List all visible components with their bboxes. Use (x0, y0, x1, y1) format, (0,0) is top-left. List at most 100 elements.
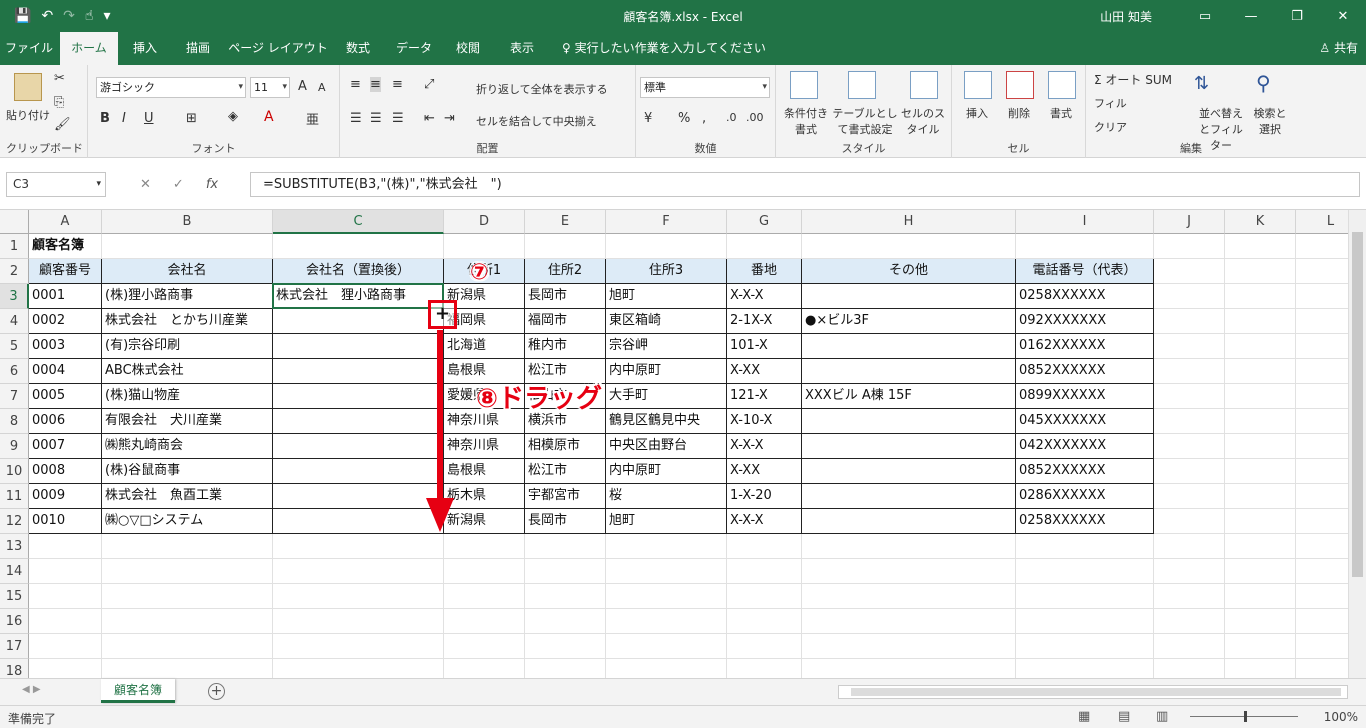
delete-cells-button[interactable]: 削除 (1008, 105, 1030, 121)
cell-i10[interactable]: 0852XXXXXX (1016, 459, 1154, 484)
active-cell-selection[interactable] (272, 283, 444, 309)
cell-h8[interactable] (802, 409, 1016, 434)
cell-g8[interactable]: X-10-X (727, 409, 802, 434)
share-button[interactable]: ♙ 共有 (1319, 32, 1358, 65)
row-header-1[interactable]: 1 (0, 234, 29, 259)
cell-g16[interactable] (727, 609, 802, 634)
align-bottom-icon[interactable]: ≡ (392, 77, 403, 92)
cell-h3[interactable] (802, 284, 1016, 309)
cell-i7[interactable]: 0899XXXXXX (1016, 384, 1154, 409)
cell-b12[interactable]: ㈱○▽□システム (102, 509, 273, 534)
cell-f12[interactable]: 旭町 (606, 509, 727, 534)
cell-d9[interactable]: 神奈川県 (444, 434, 525, 459)
cell-a1[interactable]: 顧客名簿 (29, 234, 102, 259)
phonetic-icon[interactable]: 亜 (306, 109, 319, 128)
cell-a13[interactable] (29, 534, 102, 559)
cell-a2[interactable]: 顧客番号 (29, 259, 102, 284)
page-layout-view-icon[interactable]: ▤ (1118, 709, 1130, 724)
cell-f18[interactable] (606, 659, 727, 678)
cell-g10[interactable]: X-XX (727, 459, 802, 484)
row-header-3[interactable]: 3 (0, 284, 29, 309)
cell-j17[interactable] (1154, 634, 1225, 659)
cell-k11[interactable] (1225, 484, 1296, 509)
cell-d11[interactable]: 栃木県 (444, 484, 525, 509)
tab-formulas[interactable]: 数式 (332, 32, 384, 65)
cell-e1[interactable] (525, 234, 606, 259)
cell-b10[interactable]: (株)谷鼠商事 (102, 459, 273, 484)
cell-c2[interactable]: 会社名（置換後） (273, 259, 444, 284)
cell-b13[interactable] (102, 534, 273, 559)
sheet-tab-customer-list[interactable]: 顧客名簿 (101, 679, 175, 703)
horizontal-scrollbar[interactable] (838, 685, 1348, 699)
row-header-12[interactable]: 12 (0, 509, 29, 534)
zoom-level[interactable]: 100% (1324, 710, 1358, 724)
cell-a3[interactable]: 0001 (29, 284, 102, 309)
cell-j7[interactable] (1154, 384, 1225, 409)
format-as-table-button[interactable]: テーブルとして書式設定 (832, 105, 898, 137)
paste-button[interactable]: 貼り付け (6, 107, 50, 123)
cell-a4[interactable]: 0002 (29, 309, 102, 334)
number-format-combo[interactable]: 標準 ▾ (640, 77, 770, 98)
tab-page-layout[interactable]: ページ レイアウト (228, 32, 328, 65)
tab-data[interactable]: データ (388, 32, 440, 65)
cell-a16[interactable] (29, 609, 102, 634)
shrink-font-button[interactable]: A (318, 81, 326, 94)
align-top-icon[interactable]: ≡ (350, 77, 361, 92)
cell-f14[interactable] (606, 559, 727, 584)
cell-i12[interactable]: 0258XXXXXX (1016, 509, 1154, 534)
row-header-17[interactable]: 17 (0, 634, 29, 659)
cell-k9[interactable] (1225, 434, 1296, 459)
sort-filter-icon[interactable]: ⇅ (1194, 73, 1209, 94)
cell-h6[interactable] (802, 359, 1016, 384)
cell-c16[interactable] (273, 609, 444, 634)
align-right-icon[interactable]: ☰ (392, 111, 404, 126)
column-header-a[interactable]: A (29, 210, 102, 234)
cell-h15[interactable] (802, 584, 1016, 609)
cell-k2[interactable] (1225, 259, 1296, 284)
cell-e12[interactable]: 長岡市 (525, 509, 606, 534)
italic-button[interactable]: I (122, 111, 126, 126)
cell-g7[interactable]: 121-X (727, 384, 802, 409)
cell-c6[interactable] (273, 359, 444, 384)
cell-c11[interactable] (273, 484, 444, 509)
format-as-table-icon[interactable] (848, 71, 876, 99)
clear-button[interactable]: クリア (1094, 119, 1127, 135)
align-middle-icon[interactable]: ≡ (370, 77, 381, 92)
align-left-icon[interactable]: ☰ (350, 111, 362, 126)
cell-c5[interactable] (273, 334, 444, 359)
cell-k3[interactable] (1225, 284, 1296, 309)
cell-e11[interactable]: 宇都宮市 (525, 484, 606, 509)
tab-view[interactable]: 表示 (496, 32, 548, 65)
enter-icon[interactable]: ✓ (173, 177, 184, 192)
cell-k8[interactable] (1225, 409, 1296, 434)
cell-f6[interactable]: 内中原町 (606, 359, 727, 384)
cell-k5[interactable] (1225, 334, 1296, 359)
row-header-9[interactable]: 9 (0, 434, 29, 459)
cell-b8[interactable]: 有限会社 犬川産業 (102, 409, 273, 434)
column-header-b[interactable]: B (102, 210, 273, 234)
cell-h5[interactable] (802, 334, 1016, 359)
cell-g5[interactable]: 101-X (727, 334, 802, 359)
cell-j11[interactable] (1154, 484, 1225, 509)
cell-i5[interactable]: 0162XXXXXX (1016, 334, 1154, 359)
cell-e15[interactable] (525, 584, 606, 609)
cell-d1[interactable] (444, 234, 525, 259)
cell-a6[interactable]: 0004 (29, 359, 102, 384)
find-select-button[interactable]: 検索と選択 (1250, 105, 1290, 137)
cell-i15[interactable] (1016, 584, 1154, 609)
cell-i13[interactable] (1016, 534, 1154, 559)
row-header-10[interactable]: 10 (0, 459, 29, 484)
align-center-icon[interactable]: ☰ (370, 111, 382, 126)
cell-i14[interactable] (1016, 559, 1154, 584)
cell-h10[interactable] (802, 459, 1016, 484)
cell-a14[interactable] (29, 559, 102, 584)
scroll-sheets-icon[interactable]: ◀ ▶ (22, 684, 41, 695)
cell-b17[interactable] (102, 634, 273, 659)
cell-b16[interactable] (102, 609, 273, 634)
cell-a15[interactable] (29, 584, 102, 609)
column-header-d[interactable]: D (444, 210, 525, 234)
user-name[interactable]: 山田 知美 (1100, 8, 1152, 25)
cell-d14[interactable] (444, 559, 525, 584)
cell-j13[interactable] (1154, 534, 1225, 559)
cell-k1[interactable] (1225, 234, 1296, 259)
